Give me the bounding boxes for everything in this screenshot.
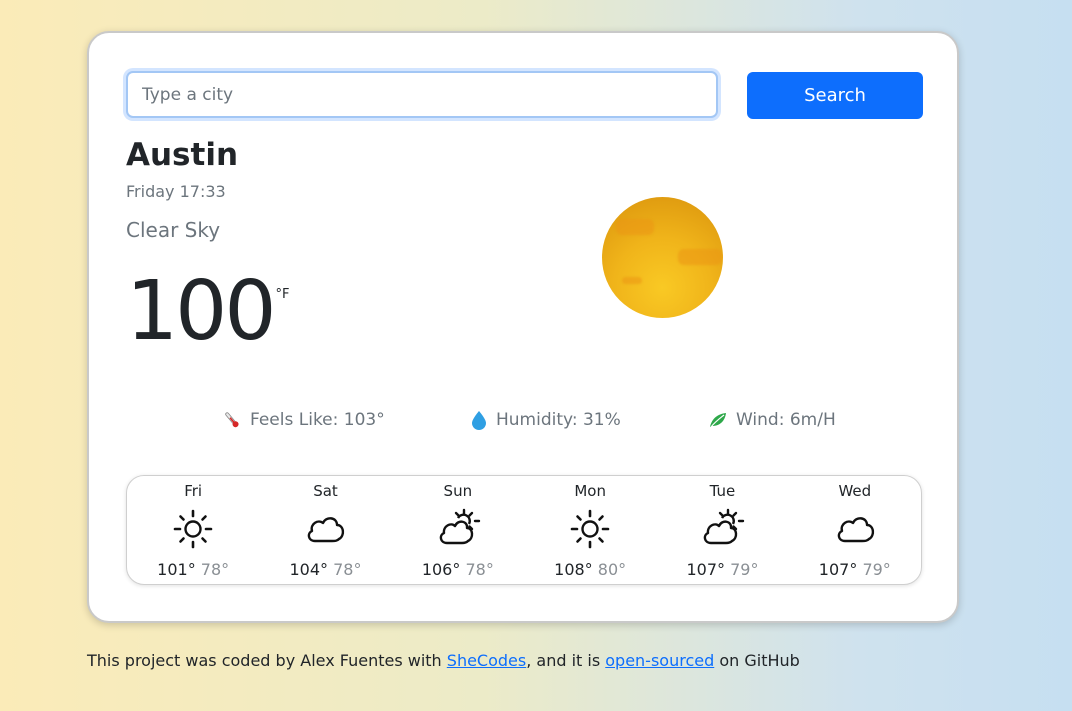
forecast-low: 79° xyxy=(862,560,891,579)
partly-cloudy-icon xyxy=(439,508,481,545)
thermometer-icon xyxy=(225,412,239,428)
leaf-wind-icon xyxy=(710,413,726,428)
sun-icon xyxy=(570,509,610,549)
forecast-temps: 107° 79° xyxy=(819,560,891,579)
cloud-icon xyxy=(308,517,345,543)
cloud-icon xyxy=(837,517,874,543)
forecast-high: 108° xyxy=(554,560,593,579)
footer-prefix: This project was coded by Alex Fuentes w… xyxy=(87,651,447,670)
partly-cloudy-icon xyxy=(704,508,745,545)
current-temperature: 100 xyxy=(126,264,277,359)
forecast-low: 78° xyxy=(465,560,494,579)
forecast-temps: 106° 78° xyxy=(422,560,494,579)
forecast-low: 79° xyxy=(730,560,759,579)
forecast-temps: 104° 78° xyxy=(289,560,361,579)
forecast-low: 78° xyxy=(200,560,230,579)
forecast-day-name: Mon xyxy=(574,482,606,500)
weather-card: Search Austin Friday 17:33 Clear Sky 100… xyxy=(87,31,959,623)
forecast-day-name: Sat xyxy=(313,482,338,500)
water-drop-icon xyxy=(472,411,486,430)
city-name: Austin xyxy=(126,137,239,173)
forecast-day: Mon 108° 80° xyxy=(524,476,656,584)
forecast-day: Sun 106° 78° xyxy=(392,476,524,584)
weather-description: Clear Sky xyxy=(126,218,221,242)
forecast-high: 104° xyxy=(289,560,329,579)
city-search-input[interactable] xyxy=(126,71,718,118)
footer-suffix: on GitHub xyxy=(714,651,800,670)
forecast-day-name: Wed xyxy=(838,482,872,500)
forecast-temps: 107° 79° xyxy=(686,560,758,579)
forecast-day: Sat 104° 78° xyxy=(259,476,391,584)
temperature-unit[interactable]: °F xyxy=(276,287,290,302)
forecast-day-name: Fri xyxy=(184,482,203,500)
forecast-high: 107° xyxy=(818,560,858,579)
forecast-high: 107° xyxy=(686,560,726,579)
forecast-low: 80° xyxy=(597,560,627,579)
forecast-panel: Fri 101° 78° Sat 104° 78° Sun 106° 78° M… xyxy=(126,475,922,585)
sun-icon xyxy=(173,509,213,549)
humidity-detail: Humidity: 31% xyxy=(470,410,621,430)
current-temperature-block: 100 °F xyxy=(126,271,290,353)
open-sourced-link[interactable]: open-sourced xyxy=(605,651,714,670)
forecast-high: 101° xyxy=(157,560,196,579)
date-time: Friday 17:33 xyxy=(126,182,226,201)
humidity-text: Humidity: 31% xyxy=(496,410,621,430)
clear-sky-sun-icon xyxy=(602,197,723,318)
forecast-day-name: Tue xyxy=(709,482,736,500)
forecast-day: Wed 107° 79° xyxy=(789,476,921,584)
feels-like-text: Feels Like: 103° xyxy=(250,410,385,430)
wind-detail: Wind: 6m/H xyxy=(708,410,836,430)
forecast-temps: 101° 78° xyxy=(157,560,229,579)
forecast-high: 106° xyxy=(421,560,461,579)
footer-middle: , and it is xyxy=(526,651,606,670)
search-button[interactable]: Search xyxy=(747,72,923,119)
forecast-day: Tue 107° 79° xyxy=(656,476,788,584)
shecodes-link[interactable]: SheCodes xyxy=(447,651,526,670)
forecast-temps: 108° 80° xyxy=(554,560,626,579)
feels-like-detail: Feels Like: 103° xyxy=(222,410,385,430)
forecast-day: Fri 101° 78° xyxy=(127,476,259,584)
forecast-day-name: Sun xyxy=(443,482,473,500)
forecast-low: 78° xyxy=(333,560,362,579)
footer-credits: This project was coded by Alex Fuentes w… xyxy=(87,651,800,670)
wind-text: Wind: 6m/H xyxy=(736,410,836,430)
